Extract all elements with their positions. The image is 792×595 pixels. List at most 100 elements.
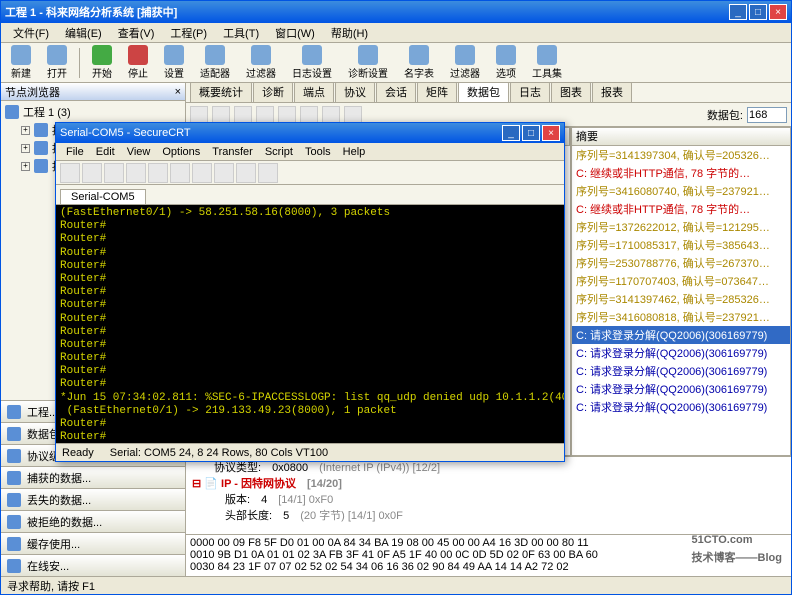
crt-menu-help[interactable]: Help — [337, 145, 372, 159]
tb-filters2[interactable]: 过滤器 — [444, 43, 486, 82]
expand-icon[interactable]: + — [21, 126, 30, 135]
crt-menu-edit[interactable]: Edit — [90, 145, 121, 159]
tb-new[interactable]: 新建 — [5, 43, 37, 82]
ptb-btn-2[interactable] — [212, 106, 230, 124]
tb-log-settings[interactable]: 日志设置 — [286, 43, 338, 82]
crt-tb-10[interactable] — [258, 163, 278, 183]
minimize-button[interactable]: _ — [729, 4, 747, 20]
expand-icon[interactable]: + — [21, 162, 30, 171]
summary-line[interactable]: 序列号=1170707403, 确认号=073647… — [572, 272, 790, 290]
tab-matrix[interactable]: 矩阵 — [417, 83, 457, 102]
panel-buffer[interactable]: 缓存使用... — [1, 532, 185, 554]
crt-menu-file[interactable]: File — [60, 145, 90, 159]
tb-open[interactable]: 打开 — [41, 43, 73, 82]
tb-start[interactable]: 开始 — [86, 43, 118, 82]
crt-menu-tools[interactable]: Tools — [299, 145, 337, 159]
crt-tb-4[interactable] — [126, 163, 146, 183]
open-icon — [47, 45, 67, 65]
tab-reports[interactable]: 报表 — [592, 83, 632, 102]
tab-protocols[interactable]: 协议 — [335, 83, 375, 102]
tb-nametable[interactable]: 名字表 — [398, 43, 440, 82]
summary-line[interactable]: C: 请求登录分解(QQ2006)(306169779) — [572, 398, 790, 416]
crt-tb-5[interactable] — [148, 163, 168, 183]
crt-maximize-button[interactable]: □ — [522, 125, 540, 141]
tb-filter[interactable]: 过滤器 — [240, 43, 282, 82]
crt-tb-3[interactable] — [104, 163, 124, 183]
maximize-button[interactable]: □ — [749, 4, 767, 20]
summary-line[interactable]: 序列号=3416080818, 确认号=237921… — [572, 308, 790, 326]
tb-adapter[interactable]: 适配器 — [194, 43, 236, 82]
ptb-btn-1[interactable] — [190, 106, 208, 124]
summary-line[interactable]: 序列号=3416080740, 确认号=237921… — [572, 182, 790, 200]
tb-stop[interactable]: 停止 — [122, 43, 154, 82]
tab-diag[interactable]: 诊断 — [253, 83, 293, 102]
tb-toolset[interactable]: 工具集 — [526, 43, 568, 82]
menu-tools[interactable]: 工具(T) — [215, 23, 267, 43]
crt-tb-2[interactable] — [82, 163, 102, 183]
tb-options[interactable]: 选项 — [490, 43, 522, 82]
crt-window-buttons: _ □ × — [502, 125, 560, 141]
crt-menu-view[interactable]: View — [121, 145, 157, 159]
crt-menu-transfer[interactable]: Transfer — [206, 145, 259, 159]
crt-tb-8[interactable] — [214, 163, 234, 183]
tab-endpoints[interactable]: 端点 — [294, 83, 334, 102]
sidebar-close-icon[interactable]: × — [175, 86, 181, 98]
tb-settings[interactable]: 设置 — [158, 43, 190, 82]
menu-file[interactable]: 文件(F) — [5, 23, 57, 43]
menu-edit[interactable]: 编辑(E) — [57, 23, 110, 43]
close-button[interactable]: × — [769, 4, 787, 20]
tab-log[interactable]: 日志 — [510, 83, 550, 102]
summary-line[interactable]: 序列号=1710085317, 确认号=385643… — [572, 236, 790, 254]
summary-line[interactable]: C: 请求登录分解(QQ2006)(306169779) — [572, 344, 790, 362]
crt-close-button[interactable]: × — [542, 125, 560, 141]
crt-terminal[interactable]: (FastEthernet0/1) -> 58.251.58.16(8000),… — [56, 205, 564, 443]
packet-count-field[interactable] — [747, 107, 787, 123]
tab-sessions[interactable]: 会话 — [376, 83, 416, 102]
menu-project[interactable]: 工程(P) — [162, 23, 215, 43]
summary-line[interactable]: 序列号=3141397304, 确认号=205326… — [572, 146, 790, 164]
crt-tb-7[interactable] — [192, 163, 212, 183]
proto-ip-header[interactable]: ⊟ 📄 IP - 因特网协议 [14/20] — [188, 475, 789, 491]
summary-line[interactable]: C: 继续或非HTTP通信, 78 字节的… — [572, 200, 790, 218]
ptb-btn-7[interactable] — [322, 106, 340, 124]
summary-line[interactable]: C: 请求登录分解(QQ2006)(306169779) — [572, 380, 790, 398]
ptb-btn-6[interactable] — [300, 106, 318, 124]
panel-icon — [7, 515, 21, 529]
crt-tb-1[interactable] — [60, 163, 80, 183]
crt-tb-9[interactable] — [236, 163, 256, 183]
summary-line[interactable]: 序列号=1372622012, 确认号=121295… — [572, 218, 790, 236]
crt-menu-script[interactable]: Script — [259, 145, 299, 159]
summary-line[interactable]: C: 请求登录分解(QQ2006)(306169779) — [572, 362, 790, 380]
summary-body[interactable]: 序列号=3141397304, 确认号=205326…C: 继续或非HTTP通信… — [572, 146, 790, 455]
expand-icon[interactable]: + — [21, 144, 30, 153]
ptb-btn-8[interactable] — [344, 106, 362, 124]
summary-line[interactable]: C: 继续或非HTTP通信, 78 字节的… — [572, 164, 790, 182]
crt-title-text: Serial-COM5 - SecureCRT — [60, 127, 502, 139]
panel-rejected[interactable]: 被拒绝的数据... — [1, 510, 185, 532]
ptb-btn-5[interactable] — [278, 106, 296, 124]
ptb-btn-4[interactable] — [256, 106, 274, 124]
tab-charts[interactable]: 图表 — [551, 83, 591, 102]
crt-menu-options[interactable]: Options — [156, 145, 206, 159]
menu-view[interactable]: 查看(V) — [110, 23, 163, 43]
crt-tb-6[interactable] — [170, 163, 190, 183]
panel-icon — [7, 493, 21, 507]
tb-diag-settings[interactable]: 诊断设置 — [342, 43, 394, 82]
ptb-btn-3[interactable] — [234, 106, 252, 124]
summary-line[interactable]: 序列号=3141397462, 确认号=285326… — [572, 290, 790, 308]
panel-online[interactable]: 在线安... — [1, 554, 185, 576]
summary-line[interactable]: 序列号=2530788776, 确认号=267370… — [572, 254, 790, 272]
tab-summary-stats[interactable]: 概要统计 — [190, 83, 252, 102]
crt-tab-serial[interactable]: Serial-COM5 — [60, 189, 146, 204]
tab-packets[interactable]: 数据包 — [458, 83, 509, 102]
panel-lost[interactable]: 丢失的数据... — [1, 488, 185, 510]
crt-minimize-button[interactable]: _ — [502, 125, 520, 141]
summary-line[interactable]: C: 请求登录分解(QQ2006)(306169779) — [572, 326, 790, 344]
filter-icon — [251, 45, 271, 65]
menu-help[interactable]: 帮助(H) — [323, 23, 376, 43]
project-icon — [5, 105, 19, 119]
crt-titlebar[interactable]: Serial-COM5 - SecureCRT _ □ × — [56, 123, 564, 143]
panel-captured[interactable]: 捕获的数据... — [1, 466, 185, 488]
tree-root[interactable]: 工程 1 (3) — [3, 103, 183, 121]
menu-window[interactable]: 窗口(W) — [267, 23, 323, 43]
